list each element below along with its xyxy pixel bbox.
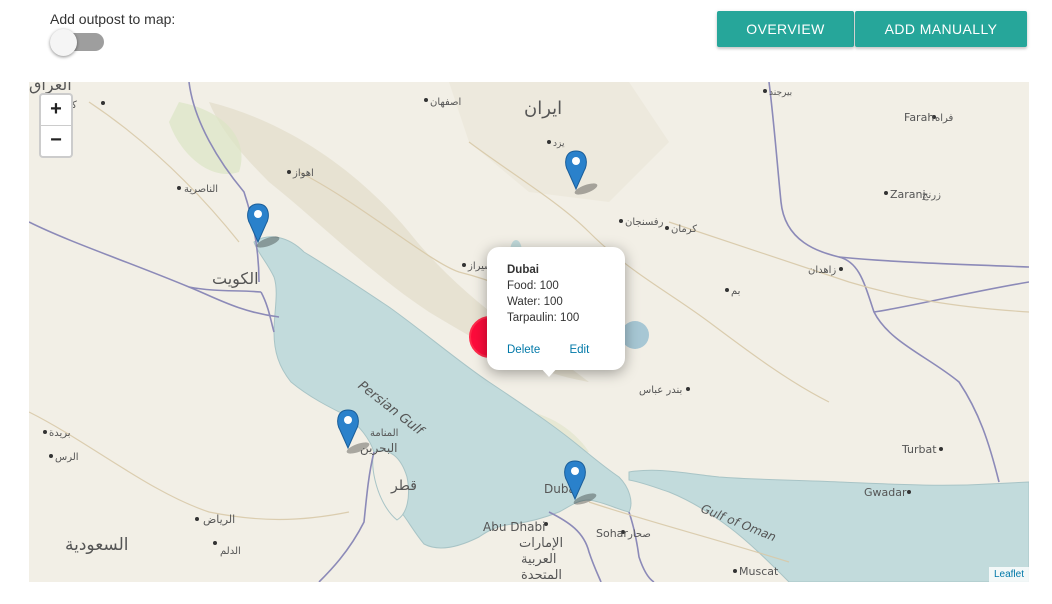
label-farah-ar: فراه <box>935 113 954 124</box>
label-riyadh: الرياض <box>203 513 235 526</box>
label-yazd: یزد <box>553 139 565 149</box>
add-manually-button[interactable]: ADD MANUALLY <box>855 11 1027 47</box>
attribution-link[interactable]: Leaflet <box>988 567 1029 582</box>
zoom-in-button[interactable]: + <box>41 95 71 125</box>
label-farah: Farah <box>904 111 934 124</box>
label-iran: ایران <box>524 98 562 119</box>
label-abu-dhabi: Abu Dhabi <box>483 520 545 534</box>
label-zaranj: Zaranj <box>890 188 926 201</box>
popup-tip <box>539 366 559 377</box>
label-zaranj-ar: زرنج <box>922 190 941 201</box>
toggle-label: Add outpost to map: <box>50 11 176 27</box>
zoom-out-button[interactable]: − <box>41 125 71 156</box>
label-bam: بم <box>731 286 740 297</box>
label-turbat: Turbat <box>901 443 937 456</box>
label-al-dilam: الدلم <box>220 546 241 557</box>
label-uae-1: الإمارات <box>519 536 563 551</box>
label-gwadar: Gwadar <box>864 486 907 499</box>
label-bandar-abbas: بندر عباس <box>639 385 682 396</box>
label-birjand: بیرجند <box>769 88 792 98</box>
overview-button[interactable]: OVERVIEW <box>717 11 854 47</box>
lake <box>621 321 649 349</box>
label-isfahan: اصفهان <box>430 97 461 108</box>
label-uae-2: العربية <box>521 552 557 567</box>
label-rafsanjan: رفسنجان <box>625 217 664 228</box>
popup-food: Food: 100 <box>507 280 559 292</box>
popup-title: Dubai <box>507 264 539 276</box>
toggle-knob <box>50 29 77 56</box>
label-qatar: قطر <box>390 478 417 494</box>
edit-link[interactable]: Edit <box>569 344 589 356</box>
label-uae-3: المتحدة <box>521 568 562 582</box>
outpost-toggle[interactable] <box>48 29 106 56</box>
marker-popup: Dubai Food: 100 Water: 100 Tarpaulin: 10… <box>487 247 625 370</box>
label-muscat: Muscat <box>739 565 779 578</box>
label-kuwait: الكويت <box>212 269 259 289</box>
label-sohar-ar: صحار <box>627 529 651 540</box>
label-manama: المنامة <box>370 428 398 439</box>
popup-water: Water: 100 <box>507 296 563 308</box>
label-sohar: Sohar <box>596 527 628 540</box>
label-ahvaz: اهواز <box>292 168 314 179</box>
popup-actions: Delete Edit <box>507 342 625 358</box>
popup-tarpaulin: Tarpaulin: 100 <box>507 312 580 324</box>
label-kerman: کرمان <box>671 224 697 235</box>
label-saudi: السعودية <box>65 535 128 555</box>
delete-link[interactable]: Delete <box>507 344 540 356</box>
zoom-control: + − <box>39 93 73 158</box>
label-zahedan: زاهدان <box>808 265 836 276</box>
label-ar-rass: الرس <box>55 452 79 463</box>
label-nasiriyah: الناصرية <box>184 184 218 195</box>
label-buraydah: بريدة <box>49 428 71 439</box>
